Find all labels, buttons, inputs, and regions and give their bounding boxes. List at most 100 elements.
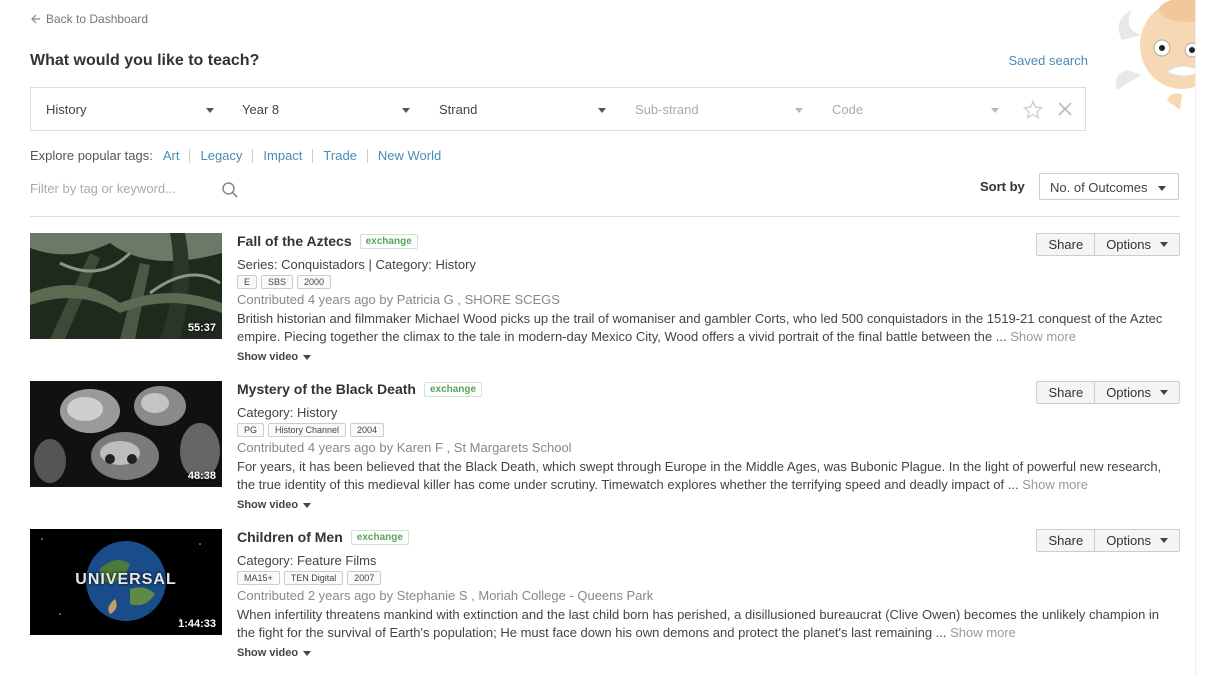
options-label: Options — [1106, 237, 1151, 252]
result-item: 55:37 Fall of the Aztecs exchange Series:… — [30, 233, 1180, 373]
substrand-value: Sub-strand — [635, 101, 699, 117]
result-title[interactable]: Mystery of the Black Death exchange — [237, 381, 483, 397]
result-description: For years, it has been believed that the… — [237, 458, 1177, 494]
popular-tags-label: Explore popular tags: — [30, 148, 153, 163]
chevron-down-icon — [303, 650, 312, 656]
year-tag: 2004 — [350, 423, 385, 437]
result-meta-tags: E SBS 2000 — [237, 275, 332, 289]
tag-legacy[interactable]: Legacy — [189, 148, 252, 163]
tag-new-world[interactable]: New World — [366, 148, 451, 163]
channel-tag: SBS — [261, 275, 294, 289]
sort-label: Sort by — [980, 179, 1025, 194]
chevron-down-icon — [1160, 390, 1168, 395]
exchange-badge: exchange — [350, 530, 409, 545]
subject-value: History — [46, 101, 87, 117]
star-icon[interactable] — [1023, 100, 1043, 120]
show-video-toggle[interactable]: Show video — [237, 351, 312, 363]
result-actions: Share Options — [1036, 529, 1180, 552]
saved-search-link[interactable]: Saved search — [1009, 53, 1089, 68]
result-title[interactable]: Children of Men exchange — [237, 529, 409, 545]
show-video-label: Show video — [237, 351, 299, 363]
result-title-text: Fall of the Aztecs — [237, 233, 352, 249]
result-item: UNIVERSAL 1:44:33 Children of Men exchang… — [30, 529, 1180, 669]
tag-trade[interactable]: Trade — [312, 148, 366, 163]
sort-select[interactable]: No. of Outcomes — [1039, 173, 1179, 200]
options-label: Options — [1106, 533, 1151, 548]
exchange-badge: exchange — [423, 382, 483, 397]
page-title: What would you like to teach? — [30, 52, 260, 69]
video-duration: 55:37 — [187, 322, 216, 334]
options-button[interactable]: Options — [1095, 233, 1180, 256]
show-video-toggle[interactable]: Show video — [237, 499, 312, 511]
chevron-down-icon — [303, 502, 312, 508]
result-category: Category: Feature Films — [237, 553, 377, 568]
popular-tags: Explore popular tags: Art Legacy Impact … — [30, 148, 451, 163]
description-text: When infertility threatens mankind with … — [237, 607, 1160, 640]
year-tag: 2007 — [347, 571, 382, 585]
share-button[interactable]: Share — [1036, 233, 1096, 256]
tag-impact[interactable]: Impact — [252, 148, 312, 163]
options-label: Options — [1106, 385, 1151, 400]
result-meta-tags: PG History Channel 2004 — [237, 423, 385, 437]
back-to-dashboard-link[interactable]: Back to Dashboard — [31, 12, 148, 26]
strand-select[interactable]: Strand — [439, 88, 606, 130]
chevron-down-icon — [303, 354, 312, 360]
share-button[interactable]: Share — [1036, 381, 1096, 404]
result-item: 48:38 Mystery of the Black Death exchange… — [30, 381, 1180, 521]
back-label: Back to Dashboard — [46, 12, 149, 26]
rating-tag: E — [237, 275, 258, 289]
result-meta-tags: MA15+ TEN Digital 2007 — [237, 571, 382, 585]
strand-value: Strand — [439, 101, 478, 117]
search-box — [30, 180, 240, 200]
video-thumbnail[interactable]: 55:37 — [30, 233, 222, 339]
result-category: Category: History — [237, 405, 338, 420]
show-more-link[interactable]: Show more — [1010, 329, 1076, 344]
search-icon[interactable] — [221, 181, 239, 199]
tag-art[interactable]: Art — [161, 148, 190, 163]
result-category: Series: Conquistadors | Category: Histor… — [237, 257, 476, 272]
share-button[interactable]: Share — [1036, 529, 1096, 552]
chevron-down-icon — [206, 108, 214, 113]
video-duration: 1:44:33 — [178, 618, 216, 630]
exchange-badge: exchange — [359, 234, 418, 249]
show-more-link[interactable]: Show more — [950, 625, 1016, 640]
close-icon[interactable] — [1057, 101, 1073, 117]
video-thumbnail[interactable]: UNIVERSAL 1:44:33 — [30, 529, 222, 635]
right-edge-panel — [1195, 0, 1211, 676]
substrand-select[interactable]: Sub-strand — [635, 88, 803, 130]
subject-select[interactable]: History — [46, 88, 214, 130]
year-tag: 2000 — [297, 275, 332, 289]
result-contributor: Contributed 4 years ago by Karen F , St … — [237, 440, 572, 455]
show-video-label: Show video — [237, 647, 299, 659]
year-value: Year 8 — [242, 101, 280, 117]
sort-value: No. of Outcomes — [1050, 180, 1148, 195]
result-actions: Share Options — [1036, 381, 1180, 404]
options-button[interactable]: Options — [1095, 529, 1180, 552]
search-input[interactable] — [30, 181, 210, 196]
result-actions: Share Options — [1036, 233, 1180, 256]
result-contributor: Contributed 4 years ago by Patricia G , … — [237, 292, 560, 307]
channel-tag: TEN Digital — [283, 571, 344, 585]
chevron-down-icon — [402, 108, 410, 113]
options-button[interactable]: Options — [1095, 381, 1180, 404]
result-description: British historian and filmmaker Michael … — [237, 310, 1177, 346]
result-title-text: Children of Men — [237, 529, 343, 545]
show-video-toggle[interactable]: Show video — [237, 647, 312, 659]
chevron-down-icon — [1160, 538, 1168, 543]
result-description: When infertility threatens mankind with … — [237, 606, 1177, 642]
chevron-down-icon — [991, 108, 999, 113]
divider — [30, 216, 1180, 217]
show-more-link[interactable]: Show more — [1022, 477, 1088, 492]
chevron-down-icon — [598, 108, 606, 113]
result-contributor: Contributed 2 years ago by Stephanie S ,… — [237, 588, 654, 603]
chevron-down-icon — [1160, 242, 1168, 247]
result-title[interactable]: Fall of the Aztecs exchange — [237, 233, 418, 249]
year-select[interactable]: Year 8 — [242, 88, 410, 130]
show-video-label: Show video — [237, 499, 299, 511]
thumbnail-logo-text: UNIVERSAL — [75, 571, 177, 588]
channel-tag: History Channel — [268, 423, 347, 437]
arrow-left-icon — [31, 14, 40, 24]
video-thumbnail[interactable]: 48:38 — [30, 381, 222, 487]
chevron-down-icon — [1158, 186, 1166, 191]
code-select[interactable]: Code — [832, 88, 999, 130]
